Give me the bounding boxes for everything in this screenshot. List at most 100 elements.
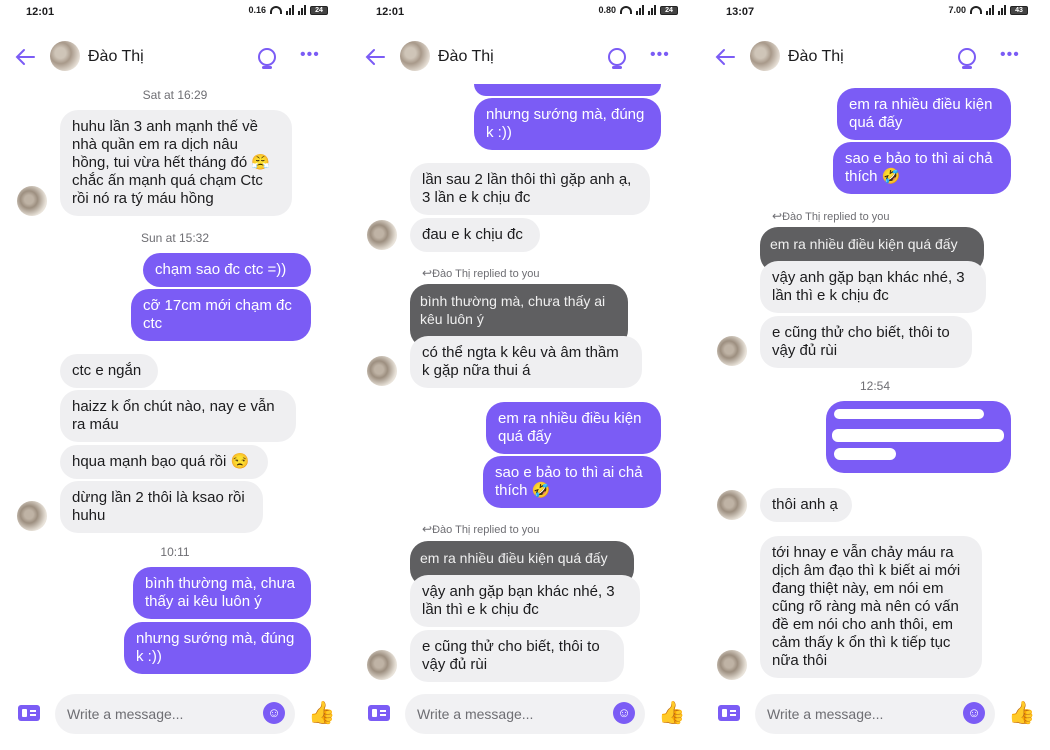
message-input[interactable] (405, 694, 645, 734)
message-outgoing[interactable]: em ra nhiều điều kiện quá đấy (837, 88, 1011, 140)
message-incoming[interactable]: tới hnay e vẫn chảy máu ra dịch âm đạo t… (760, 536, 982, 678)
signal-icon (998, 5, 1006, 15)
call-icon[interactable] (958, 48, 976, 69)
battery-icon: 43 (1010, 5, 1028, 15)
timestamp: 10:11 (160, 545, 190, 559)
message-incoming[interactable]: ctc e ngắn (60, 354, 158, 388)
sender-avatar (367, 650, 397, 680)
battery-icon: 24 (660, 5, 678, 15)
timestamp: 12:54 (859, 379, 891, 393)
sender-avatar (367, 356, 397, 386)
chat-screen-2: 12:01 0.80 24 Đào Thị ••• nhưng sướng mà… (350, 0, 700, 750)
chat-screen-1: 12:01 0.16 24 Đào Thị ••• Sat at 16:29 h… (0, 0, 350, 750)
status-icons: 7.00 43 (948, 5, 1028, 15)
chat-screen-3: 13:07 7.00 43 Đào Thị ••• em ra nhiều đi… (700, 0, 1050, 750)
message-incoming[interactable]: vậy anh gặp bạn khác nhé, 3 lần thì e k … (410, 575, 640, 627)
message-outgoing[interactable]: nhưng sướng mà, đúng k :)) (474, 98, 661, 150)
contact-name[interactable]: Đào Thị (438, 48, 494, 66)
message-incoming[interactable]: vậy anh gặp bạn khác nhé, 3 lần thì e k … (760, 261, 986, 313)
redaction-bar (834, 409, 984, 419)
signal-icon (986, 5, 994, 15)
status-icons: 0.80 24 (598, 5, 678, 15)
message-outgoing[interactable]: bình thường mà, chưa thấy ai kêu luôn ý (133, 567, 311, 619)
replied-to-label: Đào Thị replied to you (772, 209, 889, 223)
status-bar: 12:01 0.80 24 (350, 0, 700, 26)
call-icon[interactable] (608, 48, 626, 69)
status-time: 13:07 (726, 6, 755, 18)
network-speed: 0.80 (598, 5, 616, 15)
message-input[interactable] (755, 694, 995, 734)
message-input[interactable] (55, 694, 295, 734)
status-time: 12:01 (376, 6, 405, 18)
message-outgoing[interactable]: sao e bảo to thì ai chả thích 🤣 (833, 142, 1011, 194)
sender-avatar (17, 186, 47, 216)
wifi-icon (620, 6, 632, 14)
message-incoming[interactable]: haizz k ổn chút nào, nay e vẫn ra máu (60, 390, 296, 442)
redaction-bar (834, 448, 896, 460)
contact-avatar[interactable] (50, 41, 80, 71)
contact-avatar[interactable] (750, 41, 780, 71)
message-incoming[interactable]: lần sau 2 lần thôi thì gặp anh ạ, 3 lần … (410, 163, 650, 215)
thumbs-up-icon[interactable]: 👍 (1008, 700, 1035, 726)
status-icons: 0.16 24 (248, 5, 328, 15)
emoji-icon[interactable]: ☺ (263, 702, 285, 724)
status-bar: 13:07 7.00 43 (700, 0, 1050, 26)
wifi-icon (970, 6, 982, 14)
signal-icon (648, 5, 656, 15)
network-speed: 0.16 (248, 5, 266, 15)
composer-bar: ☺ 👍 (350, 692, 700, 736)
message-incoming[interactable]: có thể ngta k kêu và âm thầm k gặp nữa t… (410, 336, 642, 388)
contact-name[interactable]: Đào Thị (88, 48, 144, 66)
sender-avatar (717, 650, 747, 680)
redaction-bar (832, 429, 1004, 442)
signal-icon (286, 5, 294, 15)
message-outgoing-partial[interactable] (474, 84, 661, 96)
message-outgoing[interactable]: sao e bảo to thì ai chả thích 🤣 (483, 456, 661, 508)
status-bar: 12:01 0.16 24 (0, 0, 350, 26)
call-icon[interactable] (258, 48, 276, 69)
sender-avatar (17, 501, 47, 531)
sender-avatar (717, 490, 747, 520)
message-incoming[interactable]: e cũng thử cho biết, thôi to vậy đủ rùi (760, 316, 972, 368)
signal-icon (298, 5, 306, 15)
thumbs-up-icon[interactable]: 👍 (658, 700, 685, 726)
thumbs-up-icon[interactable]: 👍 (308, 700, 335, 726)
screenshot-collage: 12:01 0.16 24 Đào Thị ••• Sat at 16:29 h… (0, 0, 1050, 750)
back-arrow-icon[interactable] (714, 46, 736, 68)
contact-card-icon[interactable] (718, 705, 740, 721)
wifi-icon (270, 6, 282, 14)
contact-avatar[interactable] (400, 41, 430, 71)
contact-name[interactable]: Đào Thị (788, 48, 844, 66)
message-incoming[interactable]: huhu lần 3 anh mạnh thế về nhà quần em r… (60, 110, 292, 216)
replied-to-label: Đào Thị replied to you (422, 522, 539, 536)
chat-header: Đào Thị ••• (700, 38, 1050, 78)
message-outgoing[interactable]: cỡ 17cm mới chạm đc ctc (131, 289, 311, 341)
message-incoming[interactable]: e cũng thử cho biết, thôi to vậy đủ rùi (410, 630, 624, 682)
more-options-icon[interactable]: ••• (300, 46, 320, 64)
back-arrow-icon[interactable] (364, 46, 386, 68)
contact-card-icon[interactable] (18, 705, 40, 721)
message-outgoing[interactable]: chạm sao đc ctc =)) (143, 253, 311, 287)
message-outgoing[interactable]: em ra nhiều điều kiện quá đấy (486, 402, 661, 454)
timestamp: Sun at 15:32 (140, 231, 210, 245)
message-incoming[interactable]: dừng lần 2 thôi là ksao rồi huhu (60, 481, 263, 533)
sender-avatar (367, 220, 397, 250)
emoji-icon[interactable]: ☺ (613, 702, 635, 724)
back-arrow-icon[interactable] (14, 46, 36, 68)
redacted-message[interactable] (826, 401, 1011, 473)
more-options-icon[interactable]: ••• (650, 46, 670, 64)
message-incoming[interactable]: thôi anh ạ (760, 488, 852, 522)
status-time: 12:01 (26, 6, 55, 18)
message-outgoing[interactable]: nhưng sướng mà, đúng k :)) (124, 622, 311, 674)
contact-card-icon[interactable] (368, 705, 390, 721)
message-incoming[interactable]: hqua mạnh bạo quá rồi 😒 (60, 445, 268, 479)
composer-bar: ☺ 👍 (0, 692, 350, 736)
more-options-icon[interactable]: ••• (1000, 46, 1020, 64)
chat-header: Đào Thị ••• (0, 38, 350, 78)
signal-icon (636, 5, 644, 15)
composer-bar: ☺ 👍 (700, 692, 1050, 736)
emoji-icon[interactable]: ☺ (963, 702, 985, 724)
sender-avatar (717, 336, 747, 366)
battery-icon: 24 (310, 5, 328, 15)
message-incoming[interactable]: đau e k chịu đc (410, 218, 540, 252)
